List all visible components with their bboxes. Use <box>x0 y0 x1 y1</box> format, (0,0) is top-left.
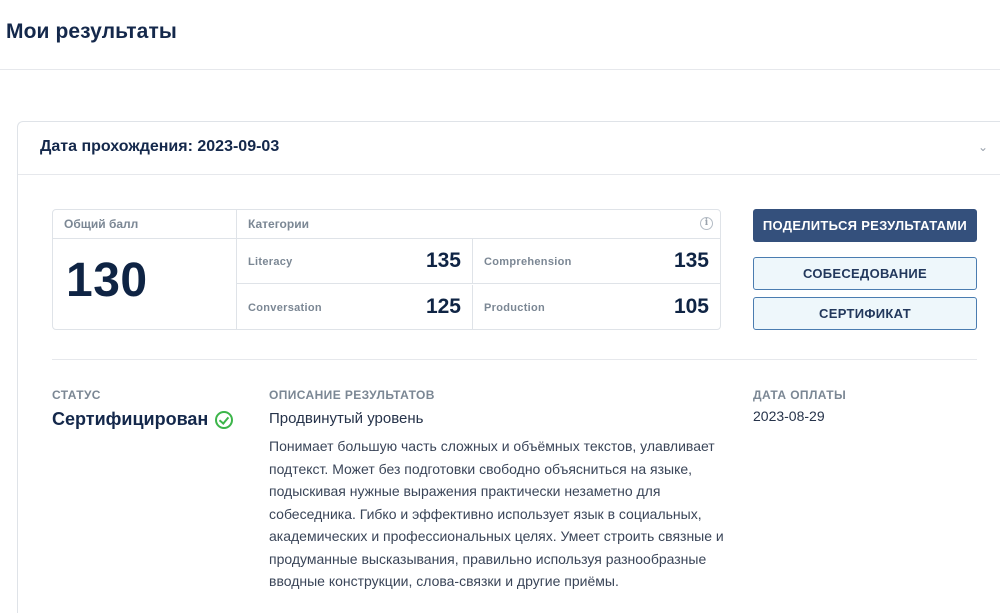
category-production: Production 105 <box>473 285 720 330</box>
status-label: СТАТУС <box>52 388 101 402</box>
test-date-value: 2023-09-03 <box>197 138 280 155</box>
total-score-value: 130 <box>66 254 148 307</box>
result-card-header[interactable]: Дата прохождения: 2023-09-03 ⌄ <box>18 122 1000 175</box>
level-title: Продвинутый уровень <box>269 410 424 427</box>
category-name: Production <box>484 302 546 314</box>
check-circle-icon <box>215 410 234 429</box>
result-card: Дата прохождения: 2023-09-03 ⌄ Общий бал… <box>17 121 1000 613</box>
description-label: ОПИСАНИЕ РЕЗУЛЬТАТОВ <box>269 388 435 402</box>
score-box: Общий балл 130 Категории i Literacy 135 … <box>52 209 721 330</box>
categories-label: Категории <box>248 217 309 231</box>
page-header: Мои результаты <box>0 0 1000 70</box>
page-title: Мои результаты <box>6 20 177 43</box>
category-comprehension: Comprehension 135 <box>473 239 720 284</box>
categories-panel: Категории i Literacy 135 Comprehension 1… <box>237 210 720 330</box>
status-text: Сертифицирован <box>52 409 209 429</box>
share-results-button[interactable]: ПОДЕЛИТЬСЯ РЕЗУЛЬТАТАМИ <box>753 209 977 242</box>
category-name: Conversation <box>248 302 322 314</box>
category-row: Conversation 125 Production 105 <box>237 285 720 330</box>
category-conversation: Conversation 125 <box>237 285 473 330</box>
status-value: Сертифицирован <box>52 409 234 430</box>
chevron-down-icon[interactable]: ⌄ <box>976 140 990 154</box>
total-score-panel: Общий балл 130 <box>53 210 237 329</box>
payment-date-value: 2023-08-29 <box>753 408 825 424</box>
category-score: 125 <box>425 295 461 318</box>
category-row: Literacy 135 Comprehension 135 <box>237 239 720 284</box>
level-description: Понимает большую часть сложных и объёмны… <box>269 438 724 589</box>
categories-header: Категории i <box>237 210 720 239</box>
certificate-button[interactable]: СЕРТИФИКАТ <box>753 297 977 330</box>
category-score: 135 <box>425 249 461 272</box>
category-name: Comprehension <box>484 256 572 268</box>
info-icon[interactable]: i <box>700 217 713 230</box>
category-score: 135 <box>673 249 709 272</box>
payment-date-label: ДАТА ОПЛАТЫ <box>753 388 847 402</box>
test-date-heading: Дата прохождения: 2023-09-03 <box>40 138 1000 156</box>
total-score-label: Общий балл <box>53 210 236 239</box>
category-score: 105 <box>673 295 709 318</box>
category-literacy: Literacy 135 <box>237 239 473 284</box>
category-name: Literacy <box>248 256 293 268</box>
divider <box>52 359 977 360</box>
interview-button[interactable]: СОБЕСЕДОВАНИЕ <box>753 257 977 290</box>
test-date-label: Дата прохождения: <box>40 138 193 155</box>
